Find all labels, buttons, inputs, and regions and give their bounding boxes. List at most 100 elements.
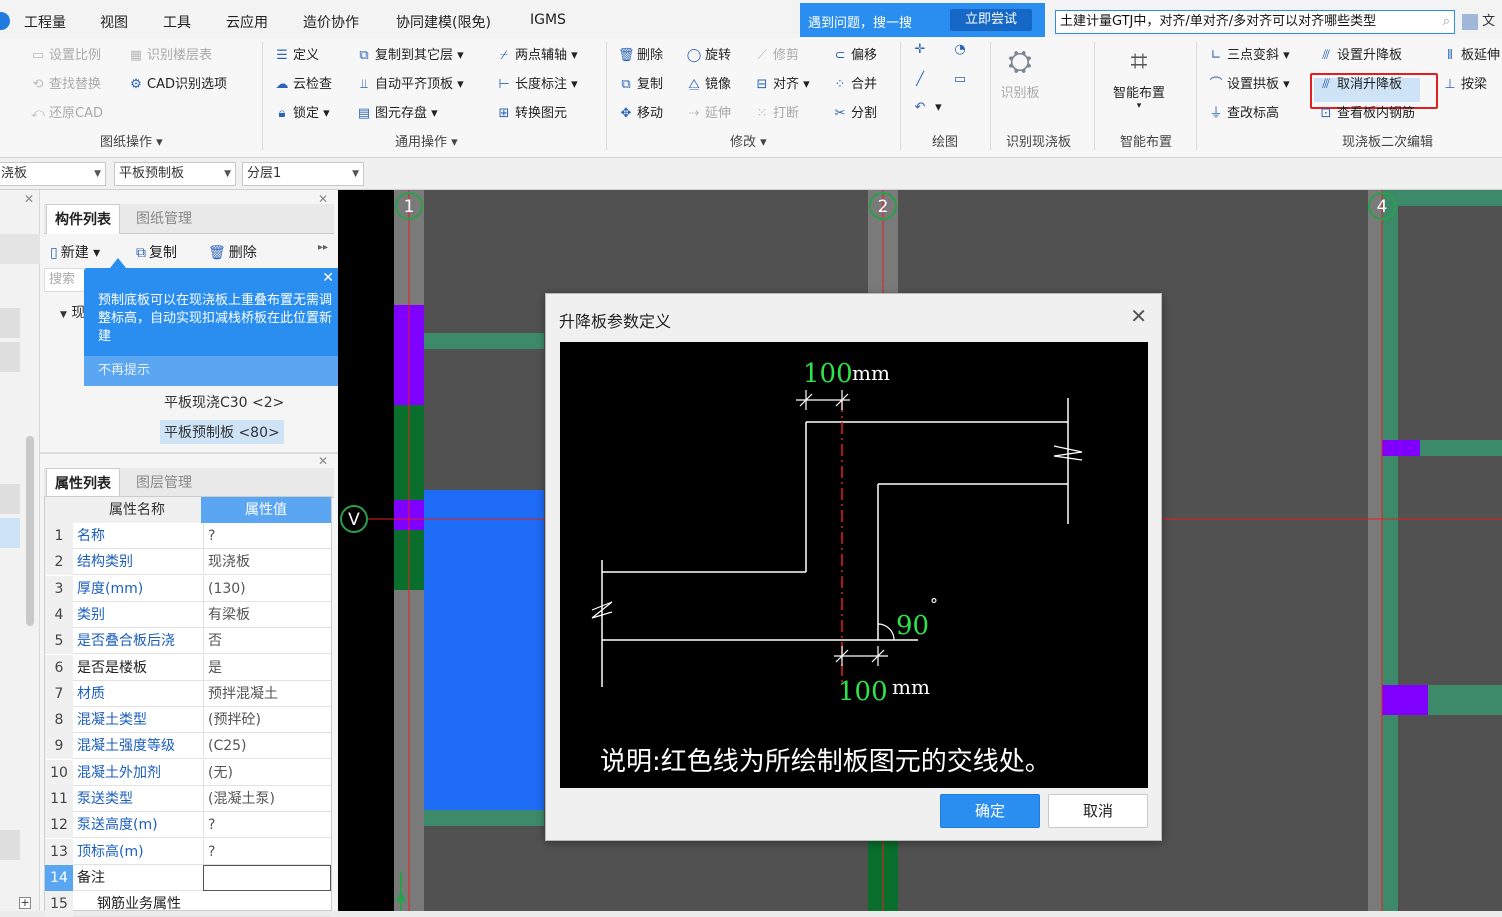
property-value[interactable]: 预拌混凝土 <box>203 680 331 707</box>
property-row[interactable]: 2 结构类别 现浇板 <box>45 549 331 576</box>
nav-item[interactable] <box>0 830 20 860</box>
by-beam-button[interactable]: ⊥ 按梁 <box>1442 73 1487 92</box>
length-dimension-button[interactable]: ⊢ 长度标注 ▾ <box>496 73 577 92</box>
group-drawing-ops[interactable]: 图纸操作 ▾ <box>100 131 163 150</box>
nav-item[interactable] <box>0 308 20 338</box>
property-row[interactable]: 1 名称? <box>45 523 331 549</box>
copy-component-button[interactable]: ⧉ 复制 <box>136 242 177 262</box>
smart-layout-button[interactable]: ⌗ 智能布置 ▾ <box>1104 42 1174 111</box>
property-row[interactable]: 6 是否是楼板 是 <box>45 654 331 681</box>
property-row[interactable]: 8 混凝土类型 (预拌砼) <box>45 707 331 734</box>
nav-item[interactable] <box>0 342 20 372</box>
restore-cad-button[interactable]: ⤺ 还原CAD <box>30 102 103 121</box>
property-row[interactable]: 11 泵送类型 (混凝土泵) <box>45 786 331 812</box>
cloud-check-button[interactable]: ☁ 云检查 <box>274 73 333 92</box>
tree-item-cast-slab[interactable]: 平板现浇C30 <2> <box>160 390 288 414</box>
draw-point-button[interactable]: ✛ <box>912 42 931 57</box>
component-select[interactable]: 平板预制板 ▼ <box>114 162 236 186</box>
layer-select[interactable]: 分层1 ▼ <box>242 162 364 186</box>
break-button[interactable]: ⁙ 打断 <box>754 102 799 121</box>
property-value[interactable]: (C25) <box>203 733 331 760</box>
auto-flush-top-button[interactable]: ⫫ 自动平齐顶板 ▾ <box>356 73 463 92</box>
property-row[interactable]: 7 材质 预拌混凝土 <box>45 680 331 707</box>
copy-to-other-layer-button[interactable]: ⧉ 复制到其它层 ▾ <box>356 44 463 63</box>
cancel-button[interactable]: 取消 <box>1048 794 1148 828</box>
two-point-axis-button[interactable]: ⌿ 两点辅轴 ▾ <box>496 44 578 63</box>
tab-component-list[interactable]: 构件列表 <box>46 204 120 234</box>
element-type-select[interactable]: 浇板 ▼ <box>0 162 106 186</box>
property-value[interactable]: (无) <box>203 759 331 786</box>
property-value[interactable]: ? <box>203 838 331 865</box>
property-value[interactable] <box>203 864 331 891</box>
draw-rect-button[interactable]: ▭ <box>952 72 971 87</box>
view-slab-rebar-button[interactable]: ⊡ 查看板内钢筋 <box>1318 102 1415 121</box>
dont-show-again-button[interactable]: 不再提示 <box>84 356 340 386</box>
property-value[interactable]: 有梁板 <box>203 601 331 628</box>
property-row[interactable]: 10 混凝土外加剂 (无) <box>45 759 331 786</box>
convert-element-button[interactable]: ⊞ 转换图元 <box>496 102 567 121</box>
try-now-button[interactable]: 立即尝试 <box>950 9 1032 31</box>
tree-root[interactable]: ▼ 现 <box>60 302 85 322</box>
rotate-button[interactable]: ◯ 旋转 <box>686 44 731 63</box>
property-row[interactable]: 3 厚度(mm) (130) <box>45 575 331 602</box>
draw-curve-button[interactable]: ↶ ▾ <box>912 100 942 115</box>
tree-item-precast-slab[interactable]: 平板预制板 <80> <box>160 420 284 444</box>
recognize-floor-table-button[interactable]: ▦ 识别楼层表 <box>128 44 212 63</box>
property-value[interactable]: 否 <box>203 628 331 655</box>
menu-cost-collab[interactable]: 造价协作 <box>303 12 359 32</box>
property-row[interactable]: +15 钢筋业务属性 <box>19 891 331 917</box>
close-tip-icon[interactable]: ✕ <box>322 270 334 286</box>
cad-options-button[interactable]: ⚙ CAD识别选项 <box>128 73 227 92</box>
property-value[interactable]: (预拌砼) <box>203 707 331 734</box>
draw-arc-button[interactable]: ◔ <box>952 42 971 57</box>
move-button[interactable]: ✥ 移动 <box>618 102 663 121</box>
menu-igms[interactable]: IGMS <box>530 12 566 28</box>
menu-engineering-quantity[interactable]: 工程量 <box>24 12 66 32</box>
expand-icon[interactable]: + <box>19 897 31 910</box>
property-row[interactable]: 14 备注 <box>45 864 331 891</box>
set-arch-slab-button[interactable]: ⌒ 设置拱板 ▾ <box>1208 73 1289 92</box>
tab-property-list[interactable]: 属性列表 <box>46 468 120 498</box>
split-button[interactable]: ✂ 分割 <box>832 102 877 121</box>
slab-extend-button[interactable]: ⫴ 板延伸 <box>1442 44 1500 63</box>
menu-collab-modeling[interactable]: 协同建模(限免) <box>396 12 491 32</box>
align-button[interactable]: ⊟ 对齐 ▾ <box>754 73 810 92</box>
delete-component-button[interactable]: 🗑︎ 删除 <box>208 242 257 262</box>
delete-button[interactable]: 🗑︎ 删除 <box>618 44 663 63</box>
property-row[interactable]: 5 是否叠合板后浇 否 <box>45 628 331 655</box>
extend-button[interactable]: ⇢ 延伸 <box>686 102 731 121</box>
nav-item-selected[interactable] <box>0 518 20 548</box>
close-icon[interactable]: ✕ <box>318 454 328 468</box>
find-replace-button[interactable]: ⟲ 查找替换 <box>30 73 101 92</box>
define-button[interactable]: ☰ 定义 <box>274 44 319 63</box>
search-icon[interactable]: ⌕ <box>1443 11 1450 33</box>
tab-layer-management[interactable]: 图层管理 <box>128 468 200 498</box>
cancel-raise-lower-button[interactable]: ⫻ 取消升降板 <box>1318 73 1402 92</box>
nav-item[interactable] <box>0 234 40 264</box>
scrollbar-thumb[interactable] <box>26 436 34 626</box>
property-row[interactable]: 13 顶标高(m)? <box>45 838 331 865</box>
property-value[interactable]: ? <box>203 812 331 839</box>
menu-view[interactable]: 视图 <box>100 12 128 32</box>
menu-tools[interactable]: 工具 <box>163 12 191 32</box>
three-point-slope-button[interactable]: ∟ 三点变斜 ▾ <box>1208 44 1290 63</box>
more-icon[interactable]: ▸▸ <box>318 242 328 253</box>
mirror-button[interactable]: ⧋ 镜像 <box>686 73 731 92</box>
set-raise-lower-slab-button[interactable]: ⫻ 设置升降板 <box>1318 44 1402 63</box>
trim-button[interactable]: ⟋ 修剪 <box>754 44 799 63</box>
dialog-close-icon[interactable]: ✕ <box>1130 304 1147 328</box>
ok-button[interactable]: 确定 <box>940 794 1040 828</box>
save-element-button[interactable]: ▤ 图元存盘 ▾ <box>356 102 438 121</box>
draw-line-button[interactable]: ╱ <box>912 72 931 87</box>
property-value[interactable]: (混凝土泵) <box>203 786 331 812</box>
property-value[interactable]: ? <box>203 523 331 549</box>
copy-button[interactable]: ⧉ 复制 <box>618 73 663 92</box>
property-row[interactable]: 4 类别 有梁板 <box>45 601 331 628</box>
recognize-slab-button[interactable]: ⛭ 识别板 <box>992 42 1048 101</box>
user-menu[interactable]: 文 <box>1462 10 1495 30</box>
menu-cloud-app[interactable]: 云应用 <box>226 12 268 32</box>
nav-item[interactable] <box>0 484 20 514</box>
merge-button[interactable]: ⁘ 合并 <box>832 73 877 92</box>
property-row[interactable]: 9 混凝土强度等级 (C25) <box>45 733 331 760</box>
set-scale-button[interactable]: ▭ 设置比例 <box>30 44 101 63</box>
